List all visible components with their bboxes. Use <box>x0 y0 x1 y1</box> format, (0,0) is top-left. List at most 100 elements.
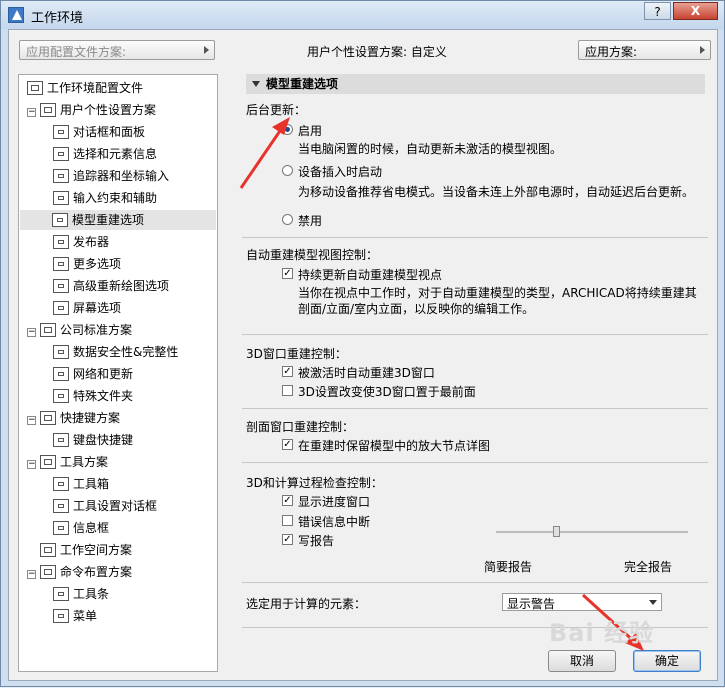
tree-item-model-rebuild[interactable]: 模型重建选项 <box>20 210 216 230</box>
tree-item-screen-options[interactable]: 屏幕选项 <box>53 298 121 318</box>
report-level-slider-track[interactable] <box>496 531 688 533</box>
tree-item-menus[interactable]: 菜单 <box>53 606 97 626</box>
screen-icon <box>53 301 69 315</box>
tree-item-selection-info[interactable]: 选择和元素信息 <box>53 144 157 164</box>
checkbox-keep-details[interactable]: ✓ <box>282 439 293 450</box>
tree-item-tool-settings[interactable]: 工具设置对话框 <box>53 496 157 516</box>
auto-rebuild-3d-label[interactable]: 被激活时自动重建3D窗口 <box>298 364 435 381</box>
window-title: 工作环境 <box>31 11 84 26</box>
shortcut-icon <box>40 411 56 425</box>
divider <box>242 408 708 409</box>
tree-item-tool-scheme[interactable]: − 工具方案 <box>27 452 108 472</box>
collapse-icon[interactable]: − <box>27 570 36 579</box>
radio-enable[interactable] <box>282 124 293 135</box>
tree-item-constraints[interactable]: 输入约束和辅助 <box>53 188 157 208</box>
ok-button[interactable]: 确定 <box>633 650 701 672</box>
section-header[interactable]: 模型重建选项 <box>246 74 705 94</box>
checkbox-auto-rebuild-3d[interactable]: ✓ <box>282 366 293 377</box>
tree-item-redraw-options[interactable]: 高级重新绘图选项 <box>53 276 169 296</box>
continuous-update-desc: 当你在视点中工作时，对于自动重建模型的类型，ARCHICAD将持续重建其剖面/立… <box>298 286 697 316</box>
folder-icon <box>53 389 69 403</box>
tree-item-keyboard-shortcuts[interactable]: 键盘快捷键 <box>53 430 133 450</box>
continuous-update-label[interactable]: 持续更新自动重建模型视点 <box>298 266 442 283</box>
sliders-icon <box>53 257 69 271</box>
tree-item-tracker[interactable]: 追踪器和坐标输入 <box>53 166 169 186</box>
error-break-label[interactable]: 错误信息中断 <box>298 513 370 530</box>
tool-scheme-icon <box>40 455 56 469</box>
chevron-down-icon <box>649 600 657 605</box>
globe-icon <box>53 367 69 381</box>
profile-scheme-combo-label: 应用配置文件方案: <box>26 45 127 59</box>
tree-item-toolbox[interactable]: 工具箱 <box>53 474 109 494</box>
radio-on-plugin-desc: 为移动设备推荐省电模式。当设备未连上外部电源时，自动延迟后台更新。 <box>298 185 695 199</box>
collapse-icon[interactable]: − <box>27 460 36 469</box>
radio-disable[interactable] <box>282 214 293 225</box>
tree-item-info-box[interactable]: 信息框 <box>53 518 109 538</box>
divider <box>242 462 708 463</box>
publisher-icon <box>53 235 69 249</box>
house-icon <box>53 279 69 293</box>
chevron-right-icon <box>700 46 705 54</box>
tree-item-more-options[interactable]: 更多选项 <box>53 254 121 274</box>
tree-item-company-scheme[interactable]: − 公司标准方案 <box>27 320 132 340</box>
settings-panel: 模型重建选项 后台更新： 启用 当电脑闲置的时候，自动更新未激活的模型视图。 设… <box>242 74 710 672</box>
radio-enable-desc: 当电脑闲置的时候，自动更新未激活的模型视图。 <box>298 142 563 156</box>
divider <box>242 582 708 583</box>
write-report-label[interactable]: 写报告 <box>298 532 334 549</box>
tree-item-network[interactable]: 网络和更新 <box>53 364 133 384</box>
title-bar[interactable]: 工作环境 ? X <box>1 1 724 29</box>
checkbox-3d-to-front[interactable] <box>282 385 293 396</box>
checkbox-show-progress[interactable]: ✓ <box>282 495 293 506</box>
cancel-button[interactable]: 取消 <box>548 650 616 672</box>
tree-item-special-folders[interactable]: 特殊文件夹 <box>53 386 133 406</box>
help-button[interactable]: ? <box>644 2 671 20</box>
calc-check-label: 3D和计算过程检查控制： <box>246 476 383 490</box>
3d-to-front-label[interactable]: 3D设置改变使3D窗口置于最前面 <box>298 383 476 400</box>
radio-on-plugin[interactable] <box>282 165 293 176</box>
collapse-icon[interactable]: − <box>27 328 36 337</box>
apply-scheme-combo-label: 应用方案: <box>585 45 638 59</box>
calc-elements-select[interactable]: 显示警告 <box>502 593 662 611</box>
close-button[interactable]: X <box>673 2 718 20</box>
radio-on-plugin-label[interactable]: 设备插入时启动 <box>298 163 382 180</box>
selection-icon <box>53 147 69 161</box>
apply-scheme-combo[interactable]: 应用方案: <box>578 40 711 60</box>
archicad-app-icon <box>8 7 24 23</box>
settings-tree[interactable]: 工作环境配置文件 − 用户个性设置方案 对话框和面板 选择和元素信息 追踪器和坐标… <box>18 74 218 672</box>
tree-item-data-safety[interactable]: 数据安全性&完整性 <box>53 342 178 362</box>
info-box-icon <box>53 521 69 535</box>
collapse-icon[interactable]: − <box>27 108 36 117</box>
collapse-icon[interactable]: − <box>27 416 36 425</box>
workspace-icon <box>40 543 56 557</box>
divider <box>242 237 708 238</box>
checkbox-error-break[interactable] <box>282 515 293 526</box>
tree-item-workspace-scheme[interactable]: 工作空间方案 <box>27 540 132 560</box>
radio-disable-label[interactable]: 禁用 <box>298 212 322 229</box>
tree-item-shortcut-scheme[interactable]: − 快捷键方案 <box>27 408 120 428</box>
user-settings-icon <box>40 103 56 117</box>
tree-item-publisher[interactable]: 发布器 <box>53 232 109 252</box>
checkbox-write-report[interactable]: ✓ <box>282 534 293 545</box>
tree-item-user-scheme[interactable]: − 用户个性设置方案 <box>27 100 156 120</box>
calc-elements-value: 显示警告 <box>507 597 556 611</box>
company-icon <box>40 323 56 337</box>
show-progress-label[interactable]: 显示进度窗口 <box>298 493 370 510</box>
report-level-slider-thumb[interactable] <box>553 526 560 537</box>
auto-rebuild-label: 自动重建模型视图控制： <box>246 248 379 262</box>
checkbox-continuous-update[interactable]: ✓ <box>282 268 293 279</box>
menu-icon <box>53 609 69 623</box>
tree-item-work-env-profile[interactable]: 工作环境配置文件 <box>27 78 143 98</box>
user-scheme-status: 用户个性设置方案: 自定义 <box>307 45 447 59</box>
profile-scheme-combo[interactable]: 应用配置文件方案: <box>19 40 215 60</box>
chevron-right-icon <box>204 46 209 54</box>
tree-item-command-scheme[interactable]: − 命令布置方案 <box>27 562 132 582</box>
preferences-window: 工作环境 ? X 应用配置文件方案: 用户个性设置方案: 自定义 应用方案: 工… <box>0 0 725 687</box>
monitor-icon <box>27 81 43 95</box>
radio-enable-label[interactable]: 启用 <box>298 122 322 139</box>
tree-item-toolbars[interactable]: 工具条 <box>53 584 109 604</box>
keep-details-label[interactable]: 在重建时保留模型中的放大节点详图 <box>298 437 490 454</box>
window3d-label: 3D窗口重建控制： <box>246 347 347 361</box>
tree-item-dialogs-panels[interactable]: 对话框和面板 <box>53 122 145 142</box>
tool-settings-icon <box>53 499 69 513</box>
divider <box>242 334 708 335</box>
